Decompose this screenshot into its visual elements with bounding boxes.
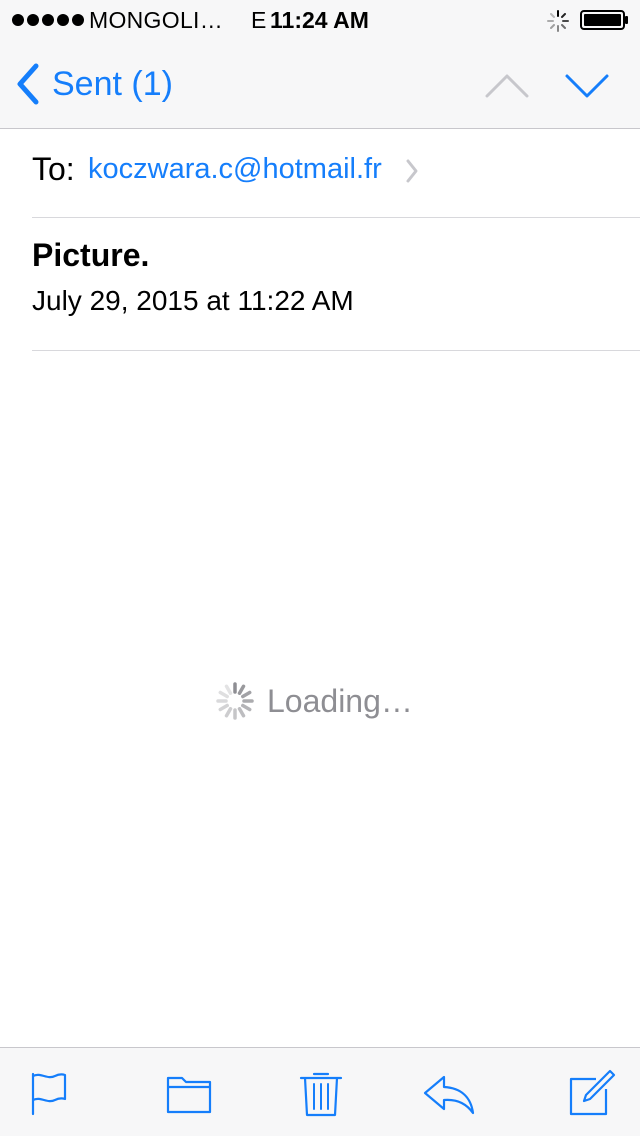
top-chrome: MONGOLI… E 11:24 AM Sent (1): [0, 0, 640, 129]
navigation-bar: Sent (1): [0, 40, 640, 128]
compose-icon: [569, 1069, 616, 1116]
trash-icon: [299, 1072, 343, 1117]
flag-button[interactable]: [24, 1068, 74, 1118]
next-message-button[interactable]: [564, 66, 610, 106]
to-label: To:: [32, 151, 75, 187]
reply-button[interactable]: [422, 1068, 476, 1118]
message-subject: Picture.: [32, 237, 150, 273]
subject-row: Picture. July 29, 2015 at 11:22 AM: [32, 219, 640, 351]
mail-message-screen: MONGOLI… E 11:24 AM Sent (1) To: koczwar…: [0, 0, 640, 1136]
chevron-left-icon: [17, 63, 39, 105]
back-button-label: Sent (1): [52, 64, 173, 103]
compose-button[interactable]: [566, 1068, 616, 1118]
message-date: July 29, 2015 at 11:22 AM: [32, 285, 354, 316]
network-type: E: [251, 7, 267, 33]
move-to-folder-button[interactable]: [164, 1068, 214, 1118]
carrier-name: MONGOLI…: [89, 7, 224, 33]
back-to-sent-button[interactable]: Sent (1): [14, 60, 173, 108]
trash-button[interactable]: [296, 1068, 346, 1118]
recipient-address-link[interactable]: koczwara.c@hotmail.fr: [88, 153, 382, 186]
status-bar: MONGOLI… E 11:24 AM: [0, 0, 640, 40]
reply-icon: [423, 1075, 475, 1115]
chevron-right-icon: [406, 159, 418, 183]
network-activity-icon: [547, 10, 569, 32]
recipient-row: To: koczwara.c@hotmail.fr: [32, 129, 640, 218]
folder-icon: [166, 1076, 212, 1114]
flag-icon: [31, 1072, 67, 1116]
signal-strength-icon: [12, 14, 84, 26]
spinner-icon: [216, 682, 254, 720]
bottom-toolbar: [0, 1047, 640, 1136]
loading-indicator: Loading…: [215, 680, 413, 722]
previous-message-button[interactable]: [484, 66, 530, 106]
loading-text: Loading…: [267, 682, 413, 719]
status-time: 11:24 AM: [270, 7, 369, 33]
battery-icon: [580, 10, 628, 30]
